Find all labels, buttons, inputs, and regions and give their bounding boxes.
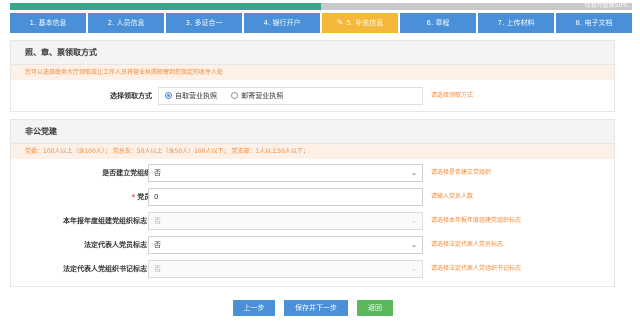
annual-party-org-row: 本年报年度组建党组织标志： 否 ⌄ 请选择本年报年度组建党组织标志 (11, 212, 614, 230)
legal-rep-secretary-row: 法定代表人党组织书记标志： 否 ⌄ 请选择法定代表人党组织书记标志 (11, 260, 614, 278)
party-members-input[interactable]: 0 (148, 188, 423, 206)
select-value: 否 (154, 265, 161, 273)
step-label: 3. 多证合一 (185, 19, 223, 27)
section-notice: 您可以选择政务大厅领取或让工作人员将营业执照邮寄到您指定的收件人处 (11, 65, 614, 80)
completion-progress-label: 信息完整度50% (584, 2, 628, 9)
chevron-down-icon: ⌄ (411, 169, 417, 177)
field-hint: 请输入党员人数 (431, 193, 474, 200)
field-label: 法定代表人党员标志： (84, 241, 154, 249)
radio-mail-delivery[interactable]: 邮寄营业执照 (231, 88, 283, 104)
chevron-down-icon: ⌄ (411, 217, 417, 225)
field-hint: 请选择本年报年度组建党组织标志 (431, 217, 522, 224)
select-value: 否 (154, 217, 161, 225)
radio-label: 邮寄营业执照 (241, 92, 284, 100)
section-notice: 党委：100人以上（含100人）； 党总支：50人以上（含50人）100人以下；… (11, 144, 614, 159)
prev-button[interactable]: 上一步 (233, 300, 275, 316)
tab-personnel-info[interactable]: 2. 人员信息 (88, 13, 164, 33)
page: 信息完整度50% 1. 基本信息 2. 人员信息 3. 多证合一 4. 银行开户… (0, 0, 640, 325)
radio-self-pickup[interactable]: 自取营业执照 (165, 88, 217, 104)
field-label: 选择领取方式 (110, 92, 152, 100)
step-tabs: 1. 基本信息 2. 人员信息 3. 多证合一 4. 银行开户 ✎ 5. 补充信息… (10, 13, 632, 33)
field-hint: 请选择领取方式 (431, 92, 474, 99)
party-org-select[interactable]: 否 ⌄ (148, 164, 423, 182)
tab-articles[interactable]: 6. 章程 (400, 13, 476, 33)
tab-e-documents[interactable]: 8. 电子文档 (556, 13, 632, 33)
section-title: 非公党建 (11, 120, 614, 144)
step-label: 8. 电子文档 (575, 19, 613, 27)
radio-checked-icon (165, 91, 172, 99)
pickup-method-radio-group: 自取营业执照 邮寄营业执照 (158, 87, 423, 105)
input-value: 0 (154, 193, 159, 201)
party-members-row: * 党员: 0 请输入党员人数 (11, 188, 614, 206)
field-hint: 请选择法定代表人党组织书记标志 (431, 265, 522, 272)
save-next-button[interactable]: 保存并下一步 (284, 300, 348, 316)
party-building-panel: 非公党建 党委：100人以上（含100人）； 党总支：50人以上（含50人）10… (10, 119, 615, 287)
tab-bank-account[interactable]: 4. 银行开户 (244, 13, 320, 33)
field-label: 本年报年度组建党组织标志： (63, 217, 154, 225)
chevron-down-icon: ⌄ (411, 265, 417, 273)
pickup-method-row: 选择领取方式 自取营业执照 邮寄营业执照 请选择领取方式 (11, 87, 614, 105)
select-value: 否 (154, 169, 161, 177)
legal-rep-member-row: 法定代表人党员标志： 否 ⌄ 请选择法定代表人党员标志 (11, 236, 614, 254)
back-button[interactable]: 返回 (357, 300, 393, 316)
radio-label: 自取营业执照 (175, 92, 217, 100)
chevron-down-icon: ⌄ (411, 241, 417, 249)
tab-supplementary-info[interactable]: ✎ 5. 补充信息 (322, 13, 398, 33)
party-org-row: 是否建立党组织: 否 ⌄ 请选择是否建立党组织 (11, 164, 614, 182)
annual-party-org-select: 否 ⌄ (148, 212, 423, 230)
select-value: 否 (154, 241, 161, 249)
step-label: 7. 上传材料 (497, 19, 535, 27)
section-title: 照、章、票领取方式 (11, 41, 614, 65)
tab-upload-materials[interactable]: 7. 上传材料 (478, 13, 554, 33)
field-hint: 请选择法定代表人党员标志 (431, 241, 504, 248)
completion-progress-fill (10, 3, 321, 10)
required-asterisk: * (131, 193, 136, 201)
legal-rep-member-select[interactable]: 否 ⌄ (148, 236, 423, 254)
field-label: 是否建立党组织: (102, 169, 154, 177)
step-label: 5. 补充信息 (346, 19, 384, 27)
tab-multi-cert[interactable]: 3. 多证合一 (166, 13, 242, 33)
pencil-icon: ✎ (336, 18, 344, 27)
step-label: 1. 基本信息 (29, 19, 67, 27)
legal-rep-secretary-select: 否 ⌄ (148, 260, 423, 278)
tab-basic-info[interactable]: 1. 基本信息 (10, 13, 86, 33)
step-label: 2. 人员信息 (107, 19, 145, 27)
step-label: 6. 章程 (426, 19, 450, 27)
step-label: 4. 银行开户 (263, 19, 301, 27)
completion-progress-bar: 信息完整度50% (10, 2, 632, 10)
field-label: 法定代表人党组织书记标志： (63, 265, 154, 273)
field-hint: 请选择是否建立党组织 (431, 169, 492, 176)
pickup-method-panel: 照、章、票领取方式 您可以选择政务大厅领取或让工作人员将营业执照邮寄到您指定的收… (10, 40, 615, 112)
radio-unchecked-icon (231, 91, 239, 99)
